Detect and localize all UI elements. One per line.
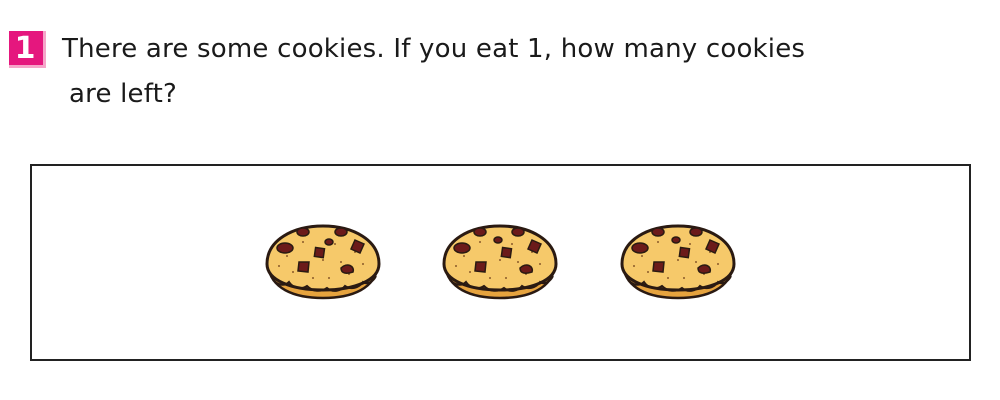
- question-number-badge: 1: [9, 31, 46, 68]
- cookie-icon: [263, 222, 383, 302]
- question-text-line-1: There are some cookies. If you eat 1, ho…: [62, 34, 806, 64]
- question-text-line-2: are left?: [69, 79, 178, 109]
- cookie-icon: [440, 222, 560, 302]
- question-number: 1: [14, 31, 36, 66]
- cookie-icon: [618, 222, 738, 302]
- question-text: There are some cookies. If you eat 1, ho…: [62, 27, 962, 117]
